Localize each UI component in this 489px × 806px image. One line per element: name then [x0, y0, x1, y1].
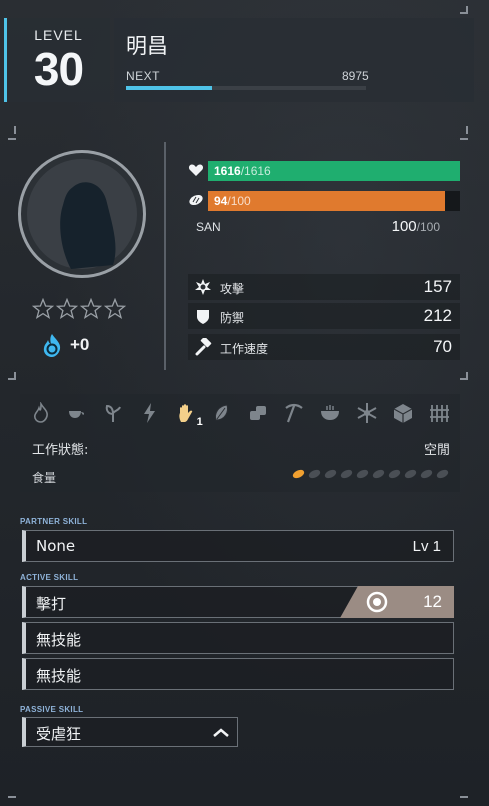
next-exp-value: 8975 — [342, 69, 369, 83]
partner-skill-title: PARTNER SKILL — [20, 517, 88, 526]
work-panel: 1 工作狀態: 空閒 食量 — [20, 394, 460, 492]
food-bread-icon — [292, 469, 305, 479]
food-bread-icon — [308, 469, 321, 479]
defense-icon — [197, 310, 209, 324]
food-consumption-icons — [291, 468, 450, 480]
farming-icon — [428, 402, 450, 424]
frame-corner — [8, 796, 16, 798]
gathering-icon — [211, 402, 233, 424]
skill-cooldown-value: 12 — [423, 592, 442, 611]
level-label: LEVEL — [34, 27, 83, 43]
status-panel: +0 1616/1616 94/100 SAN 100/100 攻擊 157 防… — [8, 130, 473, 375]
food-bread-icon — [340, 469, 353, 479]
rarity-star-icon — [104, 298, 126, 319]
chevron-up-icon — [213, 728, 229, 737]
pal-name: 明昌 — [126, 34, 168, 58]
next-label: NEXT — [126, 69, 161, 83]
medicine-icon — [319, 402, 341, 424]
work-status-label: 工作狀態: — [32, 443, 89, 458]
handiwork-level: 1 — [196, 416, 203, 428]
planting-icon — [102, 402, 124, 424]
passive-skill-title: PASSIVE SKILL — [20, 705, 84, 714]
handiwork-icon: 1 — [175, 402, 203, 428]
stat-value: 212 — [423, 306, 452, 325]
frame-corner — [460, 796, 468, 798]
food-bread-icon — [388, 469, 401, 479]
frame-corner — [466, 6, 468, 14]
exp-bar-fill — [126, 86, 213, 90]
hunger-current: 94 — [214, 194, 228, 208]
stat-row-defense: 防禦 212 — [188, 303, 460, 329]
level-panel: LEVEL 30 — [4, 18, 110, 102]
food-bread-icon — [436, 469, 449, 479]
watering-icon — [66, 402, 88, 424]
hunger-bar: 94/100 — [208, 191, 460, 211]
cooling-icon — [356, 402, 378, 424]
heart-icon — [188, 164, 204, 176]
level-value: 30 — [33, 43, 84, 95]
hp-current: 1616 — [214, 164, 241, 178]
food-label: 食量 — [32, 471, 57, 485]
active-skill-row[interactable]: 無技能 — [22, 658, 454, 690]
partner-skill-name: None — [36, 537, 76, 555]
passive-skill-row[interactable]: 受虐狂 — [22, 717, 238, 747]
rarity-star-icon — [56, 298, 78, 319]
kindling-icon — [30, 401, 52, 424]
hunger-bar-row: 94/100 — [188, 191, 460, 211]
active-skill-name: 無技能 — [36, 631, 82, 649]
food-bread-icon — [372, 469, 385, 479]
work-suitability-icons: 1 — [30, 400, 450, 428]
work-status-value: 空閒 — [423, 443, 450, 458]
active-skill-title: ACTIVE SKILL — [20, 573, 79, 582]
pal-silhouette-icon — [60, 182, 116, 269]
rarity-star-icon — [80, 298, 102, 319]
partner-skill-row[interactable]: None Lv 1 — [22, 530, 454, 562]
active-skill-name: 擊打 — [36, 595, 67, 613]
lumbering-icon — [247, 402, 269, 424]
hp-bar-row: 1616/1616 — [188, 161, 460, 181]
stat-label: 防禦 — [220, 311, 245, 325]
stat-row-work-speed: 工作速度 70 — [188, 334, 460, 360]
skill-cooldown-badge: 12 — [340, 586, 454, 618]
transporting-icon — [392, 402, 414, 424]
san-value: 100/100 — [392, 218, 440, 235]
cooldown-target-icon — [366, 591, 388, 613]
active-skill-name: 無技能 — [36, 667, 82, 685]
vertical-divider — [164, 142, 166, 370]
stat-label: 工作速度 — [220, 342, 269, 356]
active-skill-row[interactable]: 無技能 — [22, 622, 454, 654]
food-bread-icon — [324, 469, 337, 479]
san-max: /100 — [416, 220, 440, 234]
hp-bar: 1616/1616 — [208, 161, 460, 181]
partner-skill-level: Lv 1 — [412, 538, 441, 555]
food-bread-icon — [420, 469, 433, 479]
electricity-icon — [139, 402, 161, 424]
san-current: 100 — [391, 218, 417, 235]
bread-icon — [189, 194, 203, 206]
name-panel: 明昌 NEXT 8975 — [114, 18, 474, 102]
rarity-stars — [32, 298, 126, 320]
soul-rank: +0 — [40, 332, 89, 358]
rarity-star-icon — [32, 298, 54, 319]
attack-icon — [195, 279, 211, 295]
work-speed-icon — [195, 338, 212, 356]
hunger-max: /100 — [227, 194, 251, 208]
san-label: SAN — [196, 220, 221, 234]
stat-value: 70 — [433, 337, 452, 356]
passive-skill-name: 受虐狂 — [36, 725, 82, 743]
active-skill-row[interactable]: 擊打 12 — [22, 586, 454, 618]
soul-value: +0 — [70, 335, 90, 354]
exp-bar — [126, 86, 366, 90]
food-bread-icon — [356, 469, 369, 479]
soul-flame-icon — [43, 334, 61, 357]
food-bread-icon — [404, 469, 417, 479]
pal-portrait — [18, 150, 146, 278]
stat-label: 攻擊 — [220, 282, 245, 296]
mining-icon — [283, 402, 305, 424]
stat-value: 157 — [423, 277, 452, 296]
hp-max: /1616 — [240, 164, 271, 178]
stat-row-attack: 攻擊 157 — [188, 274, 460, 300]
